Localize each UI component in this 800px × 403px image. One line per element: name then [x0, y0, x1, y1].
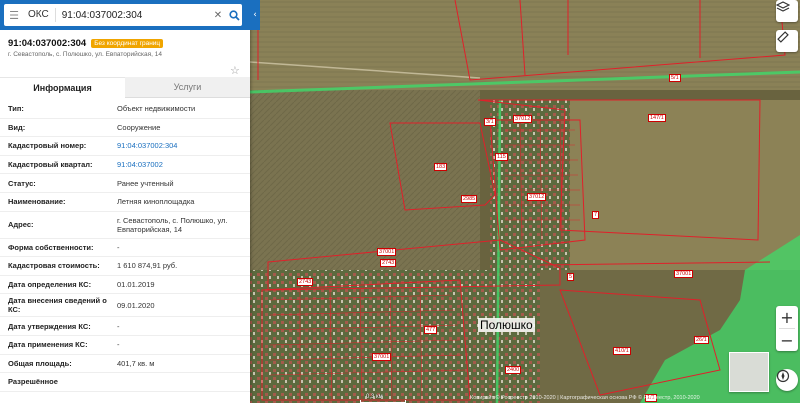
zoom-in-button[interactable]: +: [776, 306, 798, 328]
object-header: 91:04:037002:304 Без координат границ г. …: [8, 38, 244, 58]
parcel-label: 7: [592, 211, 600, 219]
property-value: -: [117, 321, 120, 331]
parcel-label: 3/1: [484, 118, 496, 126]
parcel-label: 37012: [527, 193, 547, 201]
clear-icon[interactable]: ✕: [210, 4, 226, 26]
property-value: Летняя киноплощадка: [117, 197, 195, 207]
layers-button[interactable]: [776, 0, 798, 22]
property-row: Вид: Сооружение: [0, 119, 250, 138]
property-row: Наименование: Летняя киноплощадка: [0, 193, 250, 212]
parcel-label: 37001: [372, 353, 392, 361]
cadastral-quarter-link[interactable]: 91:04:037002: [117, 158, 250, 171]
property-label: Кадастровая стоимость:: [8, 261, 100, 271]
property-value: г. Севастополь, с. Полюшко, ул. Евпатори…: [117, 215, 228, 234]
property-row: Дата применения КС: -: [0, 336, 250, 355]
parcel-label: 477: [424, 326, 438, 334]
property-row: Общая площадь: 401,7 кв. м: [0, 355, 250, 374]
menu-icon[interactable]: ☰: [4, 4, 24, 26]
star-icon[interactable]: ☆: [230, 64, 240, 77]
no-coordinates-badge: Без координат границ: [91, 39, 164, 48]
property-label: Дата утверждения КС:: [8, 321, 91, 331]
property-label: Кадастровый квартал:: [8, 160, 93, 170]
ruler-button[interactable]: [776, 30, 798, 52]
property-value: [117, 380, 250, 384]
compass-button[interactable]: [776, 369, 798, 391]
layers-icon: [776, 1, 790, 12]
parcel-label: 2400: [505, 366, 522, 374]
parcel-label: 115: [495, 153, 508, 161]
property-label: Дата применения КС:: [8, 340, 88, 350]
property-label: Дата определения КС:: [8, 280, 92, 290]
zoom-control: + −: [776, 306, 798, 351]
property-list: Тип: Объект недвижимости Вид: Сооружение К…: [0, 100, 250, 392]
compass-icon: [776, 369, 790, 383]
property-label: Вид:: [8, 122, 26, 132]
cadastral-number-link[interactable]: 91:04:037002:304: [117, 139, 250, 152]
parcel-label: 2743: [380, 259, 397, 267]
property-label: Форма собственности:: [8, 242, 94, 252]
property-row: Дата внесения сведений о КС: 09.01.2020: [0, 294, 250, 318]
property-value: 01.01.2019: [117, 280, 155, 290]
property-row: Тип: Объект недвижимости: [0, 100, 250, 119]
parcel-label: 5: [567, 273, 575, 281]
property-label: Общая площадь:: [8, 358, 72, 368]
collapse-panel-button[interactable]: ‹: [250, 0, 260, 30]
property-value: Ранее учтенный: [117, 178, 174, 188]
parcel-label: 37001: [674, 270, 694, 278]
property-value: -: [117, 242, 120, 252]
property-row: Статус: Ранее учтенный: [0, 174, 250, 193]
minimap[interactable]: [729, 352, 769, 392]
property-label: Адрес:: [8, 220, 34, 230]
property-value: -: [117, 340, 120, 350]
search-box: ☰ ОКС 91:04:037002:304 ✕: [4, 4, 242, 26]
scale-label: 0,3 км: [366, 394, 383, 400]
property-value: 09.01.2020: [117, 300, 155, 310]
tab-bar: Информация Услуги: [0, 77, 250, 98]
object-type-select[interactable]: ОКС: [24, 8, 56, 22]
parcel-label: 37001: [377, 248, 397, 256]
object-address: г. Севастополь, с. Полюшко, ул. Евпатори…: [8, 51, 162, 58]
tab-information[interactable]: Информация: [0, 77, 125, 98]
parcel-label: 37012: [513, 115, 533, 123]
object-number: 91:04:037002:304: [8, 38, 87, 49]
property-value: Объект недвижимости: [117, 104, 196, 114]
property-value: 401,7 кв. м: [117, 358, 155, 368]
property-row: Кадастровый квартал: 91:04:037002: [0, 156, 250, 175]
parcel-label: 2743: [297, 278, 314, 286]
property-row: Форма собственности: -: [0, 239, 250, 258]
parcel-label: 183: [434, 163, 448, 171]
property-row: Дата определения КС: 01.01.2019: [0, 276, 250, 295]
parcel-label: 26/1: [694, 336, 709, 344]
property-row: Адрес: г. Севастополь, с. Полюшко, ул. Ев…: [0, 212, 250, 239]
property-label: Наименование:: [8, 197, 66, 207]
info-panel: ☰ ОКС 91:04:037002:304 ✕ 91:04:037002:30…: [0, 0, 250, 403]
search-bar: ☰ ОКС 91:04:037002:304 ✕: [0, 0, 250, 30]
property-label: Тип:: [8, 104, 24, 114]
ruler-icon: [777, 31, 789, 43]
property-value: 1 610 874,91 руб.: [117, 261, 178, 271]
property-row: Разрешённое: [0, 373, 250, 392]
parcel-label: 410/1: [613, 347, 631, 355]
search-icon[interactable]: [226, 4, 242, 26]
place-name-label: Полюшко: [478, 318, 535, 332]
property-label: Кадастровый номер:: [8, 141, 87, 151]
parcel-label: 2985: [461, 195, 478, 203]
parcel-label: 147/1: [648, 114, 666, 122]
property-label: Разрешённое: [8, 377, 58, 387]
property-row: Кадастровая стоимость: 1 610 874,91 руб.: [0, 257, 250, 276]
property-row: Дата утверждения КС: -: [0, 317, 250, 336]
property-label: Статус:: [8, 178, 36, 188]
property-label: Дата внесения сведений о КС:: [8, 296, 107, 315]
search-input[interactable]: 91:04:037002:304: [56, 10, 210, 21]
property-value: Сооружение: [117, 122, 161, 132]
parcel-label: 5/1: [669, 74, 681, 82]
copyright-text: Копирайт © Росреестр 2010-2020 | Картогр…: [470, 395, 700, 401]
tab-services[interactable]: Услуги: [125, 77, 250, 98]
property-row: Кадастровый номер: 91:04:037002:304: [0, 137, 250, 156]
zoom-out-button[interactable]: −: [776, 329, 798, 351]
